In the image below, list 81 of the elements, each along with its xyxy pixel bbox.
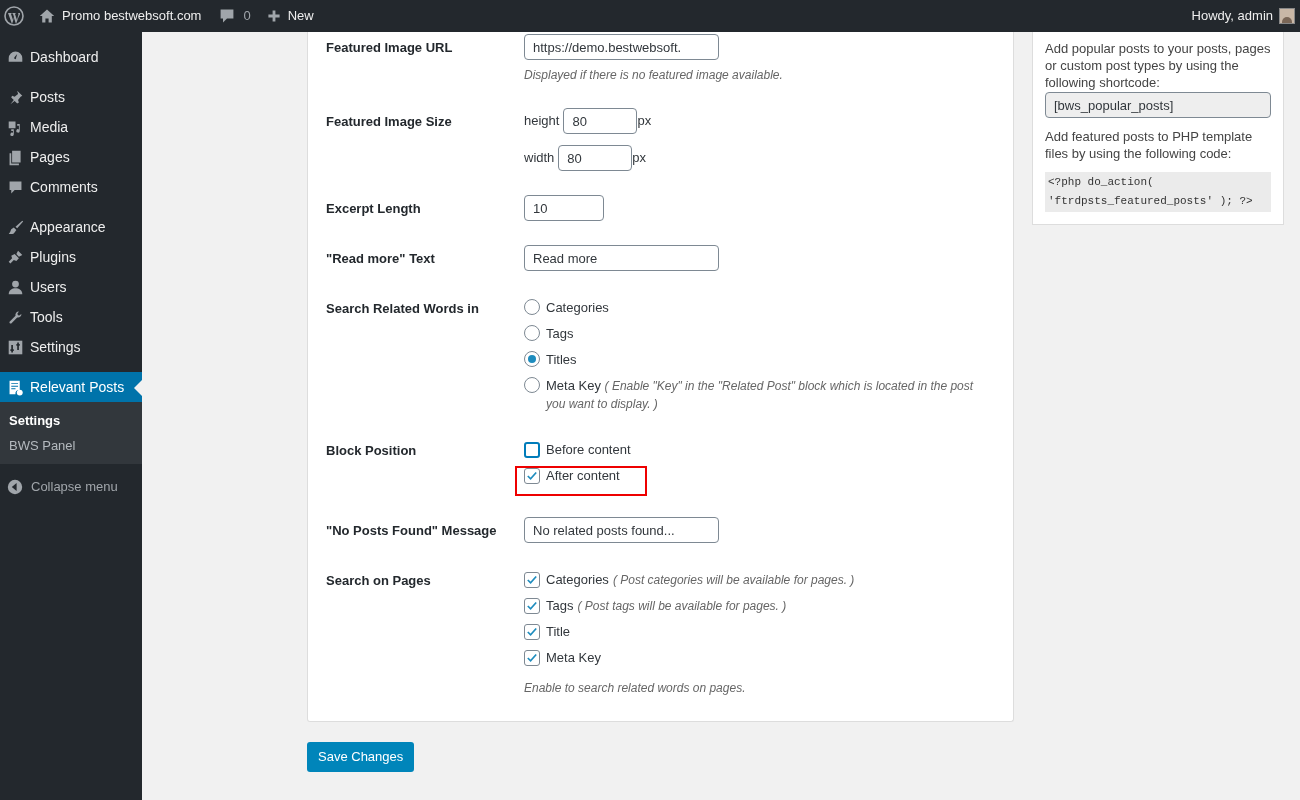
setting-label: Search on Pages bbox=[326, 572, 432, 590]
radio-button[interactable] bbox=[524, 325, 540, 341]
document-icon bbox=[7, 378, 24, 396]
home-icon bbox=[39, 8, 55, 24]
submenu-item[interactable]: Settings bbox=[0, 408, 142, 433]
menu-item[interactable]: Relevant Posts bbox=[0, 372, 142, 402]
text-field[interactable]: 10 bbox=[524, 195, 604, 221]
checkbox[interactable] bbox=[524, 442, 540, 458]
option-label: Meta Key ( Enable "Key" in the "Related Post" block which is located in the post you want to display. ) bbox=[546, 377, 975, 413]
field-prefix: width bbox=[524, 149, 555, 168]
setting-label: Featured Image URL bbox=[326, 39, 454, 57]
setting-label: Search Related Words in bbox=[326, 300, 480, 318]
option-label: Titles bbox=[546, 351, 577, 368]
settings-icon bbox=[7, 338, 24, 356]
text-field[interactable]: 80 bbox=[563, 108, 638, 134]
menu-item[interactable]: Settings bbox=[0, 332, 142, 362]
option-label: After content bbox=[546, 467, 620, 486]
plus-icon bbox=[266, 9, 281, 23]
plug-icon bbox=[7, 248, 24, 266]
site-name-link[interactable]: Promo bestwebsoft.com bbox=[62, 6, 202, 26]
menu-item[interactable]: Users bbox=[0, 272, 142, 302]
checkmark-icon bbox=[525, 469, 539, 483]
option-note: ( Post tags will be available for pages. ) bbox=[577, 598, 787, 615]
wordpress-logo-icon bbox=[4, 6, 24, 26]
speech-bubble-icon bbox=[219, 8, 236, 24]
panel-text: Add popular posts to your posts, pages or custom post types by using the following shortcode: bbox=[1045, 40, 1271, 91]
menu-item[interactable]: Appearance bbox=[0, 212, 142, 242]
checkmark-icon bbox=[525, 651, 539, 665]
unit-label: px bbox=[637, 112, 652, 131]
hint-text: Displayed if there is no featured image available. bbox=[524, 67, 784, 84]
option-label: Tags bbox=[546, 597, 574, 616]
checkbox[interactable] bbox=[524, 572, 540, 588]
setting-label: Featured Image Size bbox=[326, 113, 453, 131]
save-button[interactable]: Save Changes bbox=[307, 742, 415, 772]
pages-icon bbox=[7, 148, 24, 166]
option-label: Categories bbox=[546, 299, 609, 316]
option-note: ( Post categories will be available for pages. ) bbox=[612, 572, 855, 589]
menu-item[interactable]: Comments bbox=[0, 172, 142, 202]
option-label: Before content bbox=[546, 441, 631, 460]
panel-text: Add featured posts to PHP template files by using the following code: bbox=[1045, 128, 1254, 162]
menu-item[interactable]: Plugins bbox=[0, 242, 142, 272]
menu-item[interactable]: Dashboard bbox=[0, 42, 142, 72]
checkbox[interactable] bbox=[524, 650, 540, 666]
code-snippet: <?php do_action( 'ftrdpsts_featured_posts' ); ?> bbox=[1045, 172, 1271, 212]
new-link[interactable]: New bbox=[287, 6, 314, 26]
checkmark-icon bbox=[525, 625, 539, 639]
menu-item[interactable]: Tools bbox=[0, 302, 142, 332]
greeting-link[interactable]: Howdy, admin bbox=[1191, 6, 1273, 26]
field-prefix: height bbox=[524, 112, 560, 131]
text-field[interactable]: Read more bbox=[524, 245, 719, 271]
comment-count[interactable]: 0 bbox=[243, 6, 251, 26]
setting-label: "No Posts Found" Message bbox=[326, 522, 498, 540]
menu-item[interactable]: Posts bbox=[0, 82, 142, 112]
checkmark-icon bbox=[525, 599, 539, 613]
text-field[interactable]: No related posts found... bbox=[524, 517, 719, 543]
checkbox[interactable] bbox=[524, 598, 540, 614]
submenu-item[interactable]: BWS Panel bbox=[0, 433, 142, 458]
setting-label: Block Position bbox=[326, 442, 418, 460]
collapse-menu-button[interactable]: Collapse menu bbox=[0, 472, 142, 502]
text-field[interactable]: https://demo.bestwebsoft. bbox=[524, 34, 719, 60]
menu-item[interactable]: Media bbox=[0, 112, 142, 142]
radio-button[interactable] bbox=[524, 299, 540, 315]
paintbrush-icon bbox=[7, 218, 24, 236]
option-label: Categories bbox=[546, 571, 609, 590]
unit-label: px bbox=[632, 149, 647, 168]
option-label: Title bbox=[546, 623, 571, 642]
hint-text: Enable to search related words on pages. bbox=[524, 680, 747, 697]
avatar-icon[interactable] bbox=[1279, 8, 1295, 24]
shortcode-field[interactable]: [bws_popular_posts] bbox=[1045, 92, 1271, 118]
text-field[interactable]: 80 bbox=[558, 145, 633, 171]
checkbox[interactable] bbox=[524, 468, 540, 484]
radio-button[interactable] bbox=[524, 377, 540, 393]
user-icon bbox=[7, 278, 24, 296]
option-label: Meta Key bbox=[546, 649, 601, 668]
checkbox[interactable] bbox=[524, 624, 540, 640]
setting-label: "Read more" Text bbox=[326, 250, 436, 268]
checkmark-icon bbox=[525, 573, 539, 587]
menu-item[interactable]: Pages bbox=[0, 142, 142, 172]
setting-label: Excerpt Length bbox=[326, 200, 422, 218]
radio-button[interactable] bbox=[524, 351, 540, 367]
option-label: Tags bbox=[546, 325, 574, 342]
